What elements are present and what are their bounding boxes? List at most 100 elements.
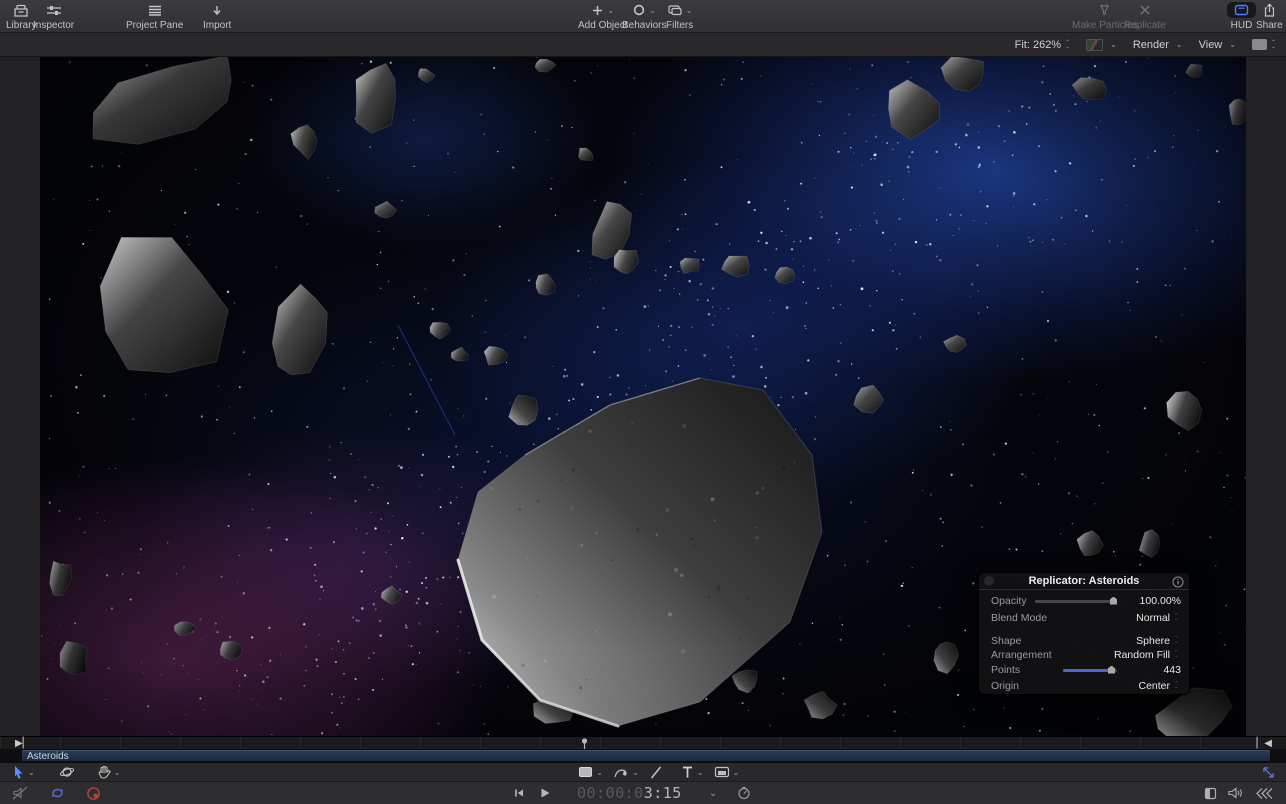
inspector-button[interactable]: Inspector <box>33 2 74 31</box>
loop-playback-button[interactable] <box>49 786 66 800</box>
hud-titlebar[interactable]: Replicator: Asteroids <box>979 573 1189 590</box>
chevron-down-icon: ⌄ <box>596 768 603 777</box>
show-keyframe-editor-button[interactable] <box>1254 787 1274 800</box>
arrangement-value[interactable]: Random Fill <box>1114 649 1170 661</box>
points-slider[interactable] <box>1063 669 1117 672</box>
canvas-area: Replicator: Asteroids Opacity 100.00% Bl… <box>0 57 1286 736</box>
hud-close-button[interactable] <box>984 576 994 586</box>
timecode-menu-button[interactable]: ⌄ <box>706 788 717 799</box>
hud-active-highlight <box>1227 2 1256 18</box>
points-value[interactable]: 443 <box>1125 664 1181 676</box>
add-object-button[interactable]: ⌄ Add Object <box>578 2 627 31</box>
blend-mode-value[interactable]: Normal <box>1136 612 1170 624</box>
show-audio-button[interactable] <box>1227 786 1244 800</box>
record-icon <box>86 786 101 801</box>
chevron-down-icon: ⌄ <box>697 768 704 777</box>
bezier-tool-button[interactable]: ⌄ <box>613 765 639 780</box>
orbit-3d-icon <box>59 764 75 780</box>
audio-mute-button[interactable] <box>12 786 29 800</box>
mask-tool-button[interactable]: ⌄ <box>714 766 740 778</box>
import-button[interactable]: Import <box>203 2 231 31</box>
chevron-down-icon: ⌄ <box>607 6 614 15</box>
behaviors-button[interactable]: ⌄ Behaviors <box>622 2 666 31</box>
out-point-marker[interactable]: ▏◀ <box>1257 738 1272 749</box>
filters-icon <box>667 2 683 18</box>
timing-display-toggle[interactable] <box>737 786 751 800</box>
view-options-bar: Fit: 262% ⌃⌄ ⌄ Render ⌄ View ⌄ ⌃⌄ <box>0 33 1286 57</box>
opacity-slider[interactable] <box>1035 600 1117 603</box>
shape-label: Shape <box>991 635 1136 647</box>
timecode-bright-digits: 3:15 <box>644 784 682 802</box>
show-timeline-button[interactable] <box>1204 787 1217 800</box>
track-label: Asteroids <box>27 751 69 762</box>
popup-stepper-icon[interactable]: ⌃⌄ <box>1174 683 1181 690</box>
popup-stepper-icon[interactable]: ⌃⌄ <box>1174 638 1181 645</box>
hud-row-opacity: Opacity 100.00% <box>991 594 1181 608</box>
previous-frame-button[interactable] <box>513 787 525 799</box>
text-tool-icon <box>681 765 694 779</box>
channel-swatch-control[interactable]: ⌄ <box>1086 39 1117 51</box>
tool-bar: ⌄ ⌄ ⌄ ⌄ ⌄ ⌄ <box>0 762 1286 781</box>
import-icon <box>210 2 224 18</box>
transport-bar: 00:00:03:15 ⌄ <box>0 781 1286 804</box>
keyframe-chevrons-icon <box>1254 787 1274 800</box>
opacity-slider-handle[interactable] <box>1110 597 1117 605</box>
motion-app-window: Library Inspector Project Pane Import <box>0 0 1286 804</box>
render-menu[interactable]: Render ⌄ <box>1133 39 1183 51</box>
chevron-down-icon: ⌄ <box>28 768 35 777</box>
rectangle-tool-button[interactable]: ⌄ <box>578 766 603 778</box>
hud-title: Replicator: Asteroids <box>1029 575 1140 587</box>
zoom-level-value: Fit: 262% <box>1015 39 1061 51</box>
replicate-label: Replicate <box>1124 20 1166 31</box>
timecode-dim-digits: 00:00:0 <box>577 784 644 802</box>
arrangement-label: Arrangement <box>991 649 1114 661</box>
zoom-stepper-icon[interactable]: ⌃⌄ <box>1065 41 1070 49</box>
hud-row-points: Points 443 <box>991 663 1181 677</box>
library-button[interactable]: Library <box>6 2 37 31</box>
pan-tool-button[interactable]: ⌄ <box>97 765 121 780</box>
play-button[interactable] <box>539 787 551 799</box>
timecode-display[interactable]: 00:00:03:15 <box>577 784 682 802</box>
hud-button[interactable]: HUD <box>1227 2 1256 31</box>
add-object-label: Add Object <box>578 20 627 31</box>
origin-value[interactable]: Center <box>1138 680 1170 692</box>
opacity-value[interactable]: 100.00% <box>1125 595 1181 607</box>
paint-stroke-tool-button[interactable] <box>649 765 663 780</box>
zoom-level-control[interactable]: Fit: 262% ⌃⌄ <box>1015 39 1071 51</box>
line-stroke-icon <box>649 765 663 780</box>
view-menu-label: View <box>1199 39 1223 51</box>
diagonal-arrows-icon <box>1261 765 1276 780</box>
select-tool-button[interactable]: ⌄ <box>12 765 35 780</box>
layout-control[interactable]: ⌃⌄ <box>1252 39 1276 50</box>
plus-icon <box>591 2 604 18</box>
info-icon[interactable] <box>1172 575 1184 593</box>
filters-label: Filters <box>666 20 693 31</box>
record-button[interactable] <box>86 786 101 801</box>
chevron-down-icon: ⌄ <box>1229 40 1236 49</box>
share-button[interactable]: Share <box>1256 2 1283 31</box>
replicate-icon <box>1138 2 1152 18</box>
view-menu[interactable]: View ⌄ <box>1199 39 1236 51</box>
mini-timeline: Asteroids <box>0 749 1286 762</box>
popup-stepper-icon[interactable]: ⌃⌄ <box>1174 615 1181 622</box>
project-pane-button[interactable]: Project Pane <box>126 2 183 31</box>
in-point-marker[interactable]: ▶▏ <box>15 738 30 749</box>
hud-panel[interactable]: Replicator: Asteroids Opacity 100.00% Bl… <box>978 572 1190 695</box>
adjust-view-button[interactable] <box>1261 765 1276 780</box>
skip-back-icon <box>513 787 525 799</box>
hud-row-arrangement: Arrangement Random Fill ⌃⌄ <box>991 648 1181 662</box>
popup-stepper-icon[interactable]: ⌃⌄ <box>1174 652 1181 659</box>
project-pane-label: Project Pane <box>126 20 183 31</box>
layout-stepper-icon[interactable]: ⌃⌄ <box>1271 41 1276 49</box>
mini-timeline-ruler[interactable]: ▶▏ ▏◀ <box>0 736 1286 749</box>
hand-icon <box>97 765 111 780</box>
asteroids-track-bar[interactable]: Asteroids <box>22 750 1270 761</box>
transform-3d-tool-button[interactable] <box>59 764 75 780</box>
chevron-down-icon: ⌄ <box>1110 40 1117 49</box>
chevron-down-icon: ⌄ <box>114 768 121 777</box>
text-tool-button[interactable]: ⌄ <box>681 765 704 779</box>
timeline-pane-icon <box>1204 787 1217 800</box>
filters-button[interactable]: ⌄ Filters <box>666 2 693 31</box>
shape-value[interactable]: Sphere <box>1136 635 1170 647</box>
points-slider-handle[interactable] <box>1108 666 1115 674</box>
